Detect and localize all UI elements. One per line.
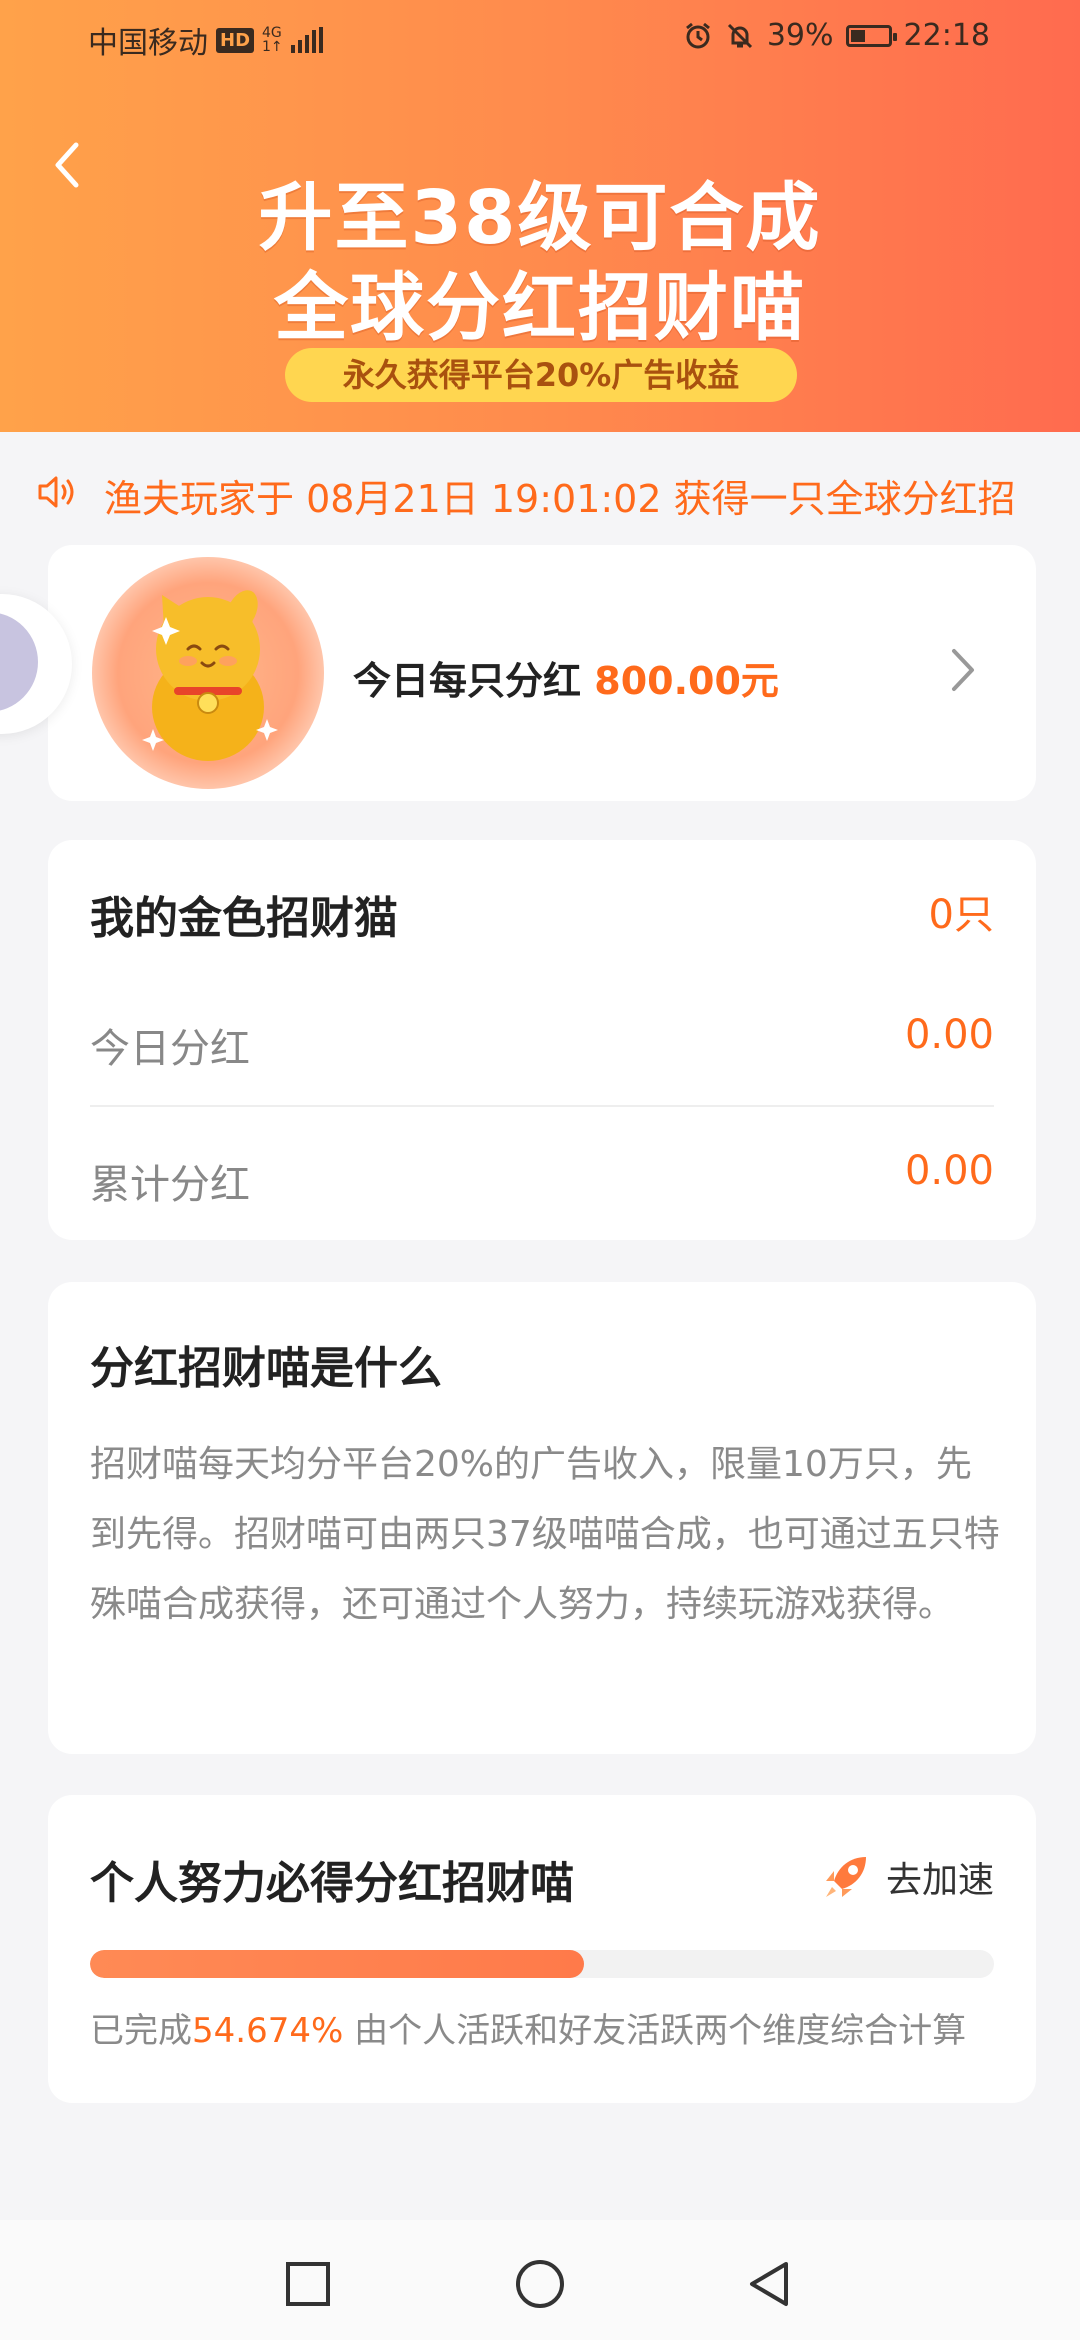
carrier-name: 中国移动	[88, 26, 208, 61]
status-bar: 中国移动 HD 4G 1↑ 39% 22:18	[0, 0, 1080, 82]
about-title: 分红招财喵是什么	[90, 1343, 442, 1394]
dividend-card[interactable]: 今日每只分红 800.00元	[48, 545, 1036, 801]
effort-card: 个人努力必得分红招财喵 去加速 已完成54.674% 由个人活跃和好友活跃两个维…	[48, 1795, 1036, 2103]
about-body: 招财喵每天均分平台20%的广告收入，限量10万只，先到先得。招财喵可由两只37级…	[90, 1444, 1000, 1625]
speed-up-label: 去加速	[885, 1860, 994, 1901]
mute-icon	[727, 23, 752, 48]
announcement-marquee: 渔夫玩家于 08月21日 19:01:02 获得一只全球分红招	[0, 432, 1080, 550]
network-label: 4G	[262, 25, 282, 41]
hd-badge: HD	[216, 27, 255, 53]
progress-note-prefix: 已完成	[90, 2011, 192, 2051]
my-cats-title: 我的金色招财猫	[90, 893, 398, 944]
total-dividend-value: 0.00	[904, 1148, 994, 1194]
lucky-cat-avatar	[92, 557, 324, 789]
home-circle-icon[interactable]	[514, 2258, 566, 2310]
back-triangle-icon[interactable]	[744, 2258, 796, 2310]
effort-title: 个人努力必得分红招财喵	[90, 1858, 574, 1909]
dividend-amount: 800.00元	[594, 659, 779, 703]
progress-fill	[90, 1950, 585, 1978]
dividend-label: 今日每只分红	[353, 659, 582, 703]
progress-note-suffix: 由个人活跃和好友活跃两个维度综合计算	[343, 2011, 967, 2051]
total-dividend-label: 累计分红	[90, 1162, 250, 1208]
clock: 22:18	[903, 18, 990, 53]
today-dividend-label: 今日分红	[90, 1026, 250, 1072]
network-type: 4G 1↑	[262, 26, 283, 54]
banner-pill: 永久获得平台20%广告收益	[285, 348, 797, 402]
today-dividend-value: 0.00	[904, 1012, 994, 1058]
network-activity: 1↑	[262, 39, 283, 55]
row-divider	[90, 1105, 994, 1107]
battery-icon	[845, 24, 897, 47]
alarm-icon	[685, 22, 710, 48]
system-nav-bar	[0, 2220, 1080, 2340]
my-cats-count: 0只	[928, 892, 994, 938]
progress-note: 已完成54.674% 由个人活跃和好友活跃两个维度综合计算	[90, 2005, 1010, 2057]
floating-ball-icon	[0, 612, 38, 712]
my-cats-card: 我的金色招财猫 0只 今日分红 0.00 累计分红 0.00	[48, 840, 1036, 1240]
recent-apps-icon[interactable]	[282, 2258, 334, 2310]
speaker-icon	[38, 476, 74, 508]
rocket-icon	[825, 1857, 866, 1897]
announcement-text: 渔夫玩家于 08月21日 19:01:02 获得一只全球分红招	[104, 477, 1016, 521]
progress-percent: 54.674%	[192, 2011, 344, 2051]
chevron-right-icon[interactable]	[948, 645, 978, 695]
lucky-cat-icon	[142, 590, 278, 761]
battery-percent: 39%	[766, 18, 834, 53]
speed-up-button[interactable]: 去加速	[820, 1851, 994, 1903]
banner-title-line2: 全球分红招财喵	[274, 265, 806, 351]
about-card: 分红招财喵是什么 招财喵每天均分平台20%的广告收入，限量10万只，先到先得。招…	[48, 1282, 1036, 1754]
signal-icon	[290, 27, 323, 53]
progress-bar	[90, 1950, 994, 1978]
header-banner: 中国移动 HD 4G 1↑ 39% 22:18 升至38级可合成 全球分红招财喵…	[0, 0, 1080, 432]
dividend-label-row: 今日每只分红 800.00元	[353, 650, 779, 705]
